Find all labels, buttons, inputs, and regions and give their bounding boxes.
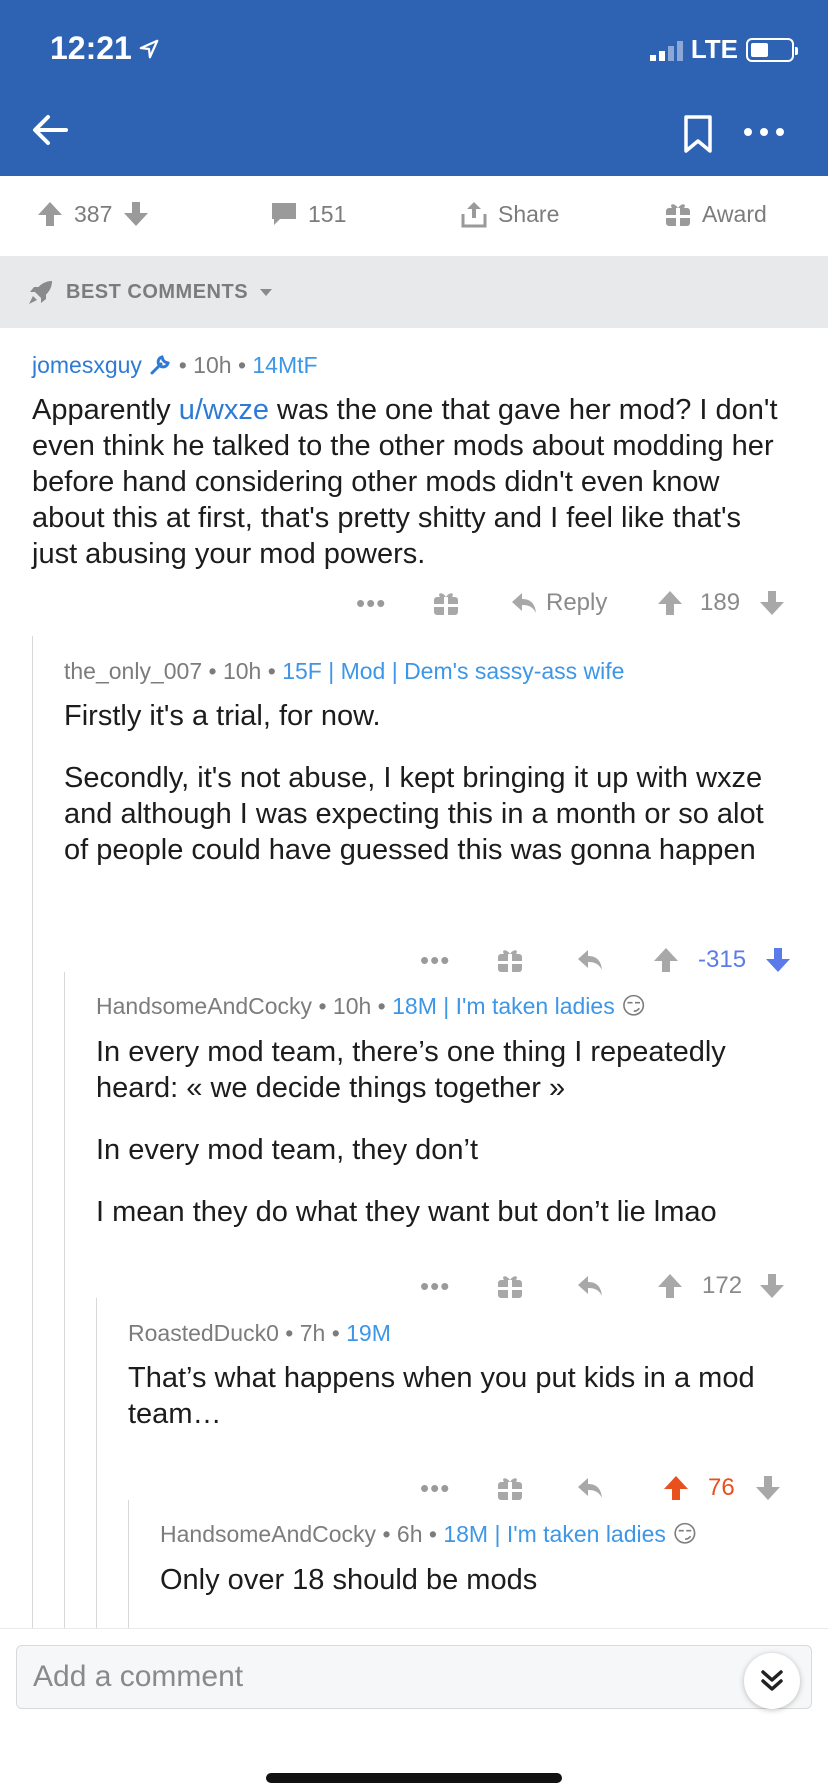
collapse-button[interactable] [744, 1653, 800, 1709]
comment-meta: HandsomeAndCocky • 6h • 18M | I'm taken … [160, 1521, 698, 1548]
battery-icon [746, 37, 798, 62]
rocket-icon [29, 281, 52, 304]
comment-age: 7h [299, 1320, 326, 1346]
more-icon[interactable]: ••• [420, 945, 450, 976]
upvote-icon[interactable] [656, 589, 684, 617]
thread-line[interactable] [96, 1298, 97, 1628]
post-vote: 387 [36, 200, 150, 228]
comment-body: That’s what happens when you put kids in… [128, 1362, 755, 1430]
reply-icon [512, 593, 536, 613]
reply-icon[interactable] [576, 1474, 604, 1502]
comment-score: -315 [698, 946, 747, 973]
comment-meta: the_only_007 • 10h • 15F | Mod | Dem's s… [64, 658, 625, 684]
thread-line[interactable] [32, 636, 33, 1628]
comment-score: 189 [700, 589, 741, 616]
back-arrow-icon[interactable] [28, 108, 72, 152]
share-button[interactable]: Share [460, 200, 559, 228]
network-type: LTE [690, 34, 738, 64]
downvote-icon[interactable] [754, 1474, 782, 1502]
user-flair: 19M [346, 1320, 391, 1346]
upvote-icon[interactable] [36, 200, 64, 228]
signal-icon [649, 39, 683, 61]
downvote-icon[interactable] [122, 200, 150, 228]
user-flair: 18M | I'm taken ladies [392, 993, 615, 1019]
comment-author[interactable]: the_only_007 [64, 658, 202, 684]
upvote-icon[interactable] [652, 946, 680, 974]
comment-body: Firstly it's a trial, for now. Secondly,… [64, 700, 764, 866]
award-icon[interactable] [496, 1474, 524, 1502]
downvote-icon[interactable] [758, 1272, 786, 1300]
more-icon[interactable] [742, 122, 786, 142]
comment-actions: ••• 76 [420, 1468, 800, 1508]
comment-actions: ••• Reply 189 [356, 583, 796, 623]
home-indicator[interactable] [266, 1773, 562, 1783]
comment-body: In every mod team, there’s one thing I r… [96, 1036, 726, 1228]
award-icon[interactable] [496, 1272, 524, 1300]
app-header: 12:21 LTE [0, 0, 828, 176]
more-icon[interactable]: ••• [356, 588, 386, 619]
location-arrow-icon [139, 39, 159, 58]
award-button[interactable]: Award [664, 200, 767, 228]
comment-age: 6h [396, 1521, 423, 1547]
more-icon[interactable]: ••• [420, 1271, 450, 1302]
smirk-emoji-icon: 😏 [621, 993, 647, 1020]
thread-line[interactable] [128, 1500, 129, 1628]
more-icon[interactable]: ••• [420, 1473, 450, 1504]
comment-meta: jomesxguy • 10h • 14MtF [32, 352, 318, 378]
upvote-icon[interactable] [662, 1474, 690, 1502]
award-icon [666, 204, 690, 226]
user-link[interactable]: u/wxze [179, 394, 269, 426]
comment-meta: RoastedDuck0 • 7h • 19M [128, 1320, 391, 1346]
user-flair: 15F | Mod | Dem's sassy-ass wife [282, 658, 625, 684]
comment-composer: Add a comment [0, 1628, 828, 1792]
sort-selector[interactable]: BEST COMMENTS [0, 256, 828, 328]
bookmark-icon[interactable] [680, 114, 716, 154]
nav-bar [0, 100, 828, 176]
comment-actions: ••• -315 [420, 940, 800, 980]
network-status: LTE [649, 34, 798, 65]
comment-age: 10h [332, 993, 372, 1019]
comment-author[interactable]: HandsomeAndCocky [96, 993, 312, 1019]
comment-body: Only over 18 should be mods [160, 1564, 538, 1596]
post-action-bar: 387 151 Share Award [0, 176, 828, 256]
double-chevron-down-icon [761, 1670, 783, 1691]
user-flair: 14MtF [252, 352, 318, 378]
comment-age: 10h [222, 658, 262, 684]
smirk-emoji-icon: 😏 [672, 1521, 698, 1548]
add-comment-input[interactable]: Add a comment [16, 1645, 812, 1709]
post-score: 387 [74, 200, 113, 227]
status-bar: 12:21 LTE [0, 0, 828, 100]
comment-actions: ••• 172 [420, 1266, 800, 1306]
comment-author[interactable]: RoastedDuck0 [128, 1320, 279, 1346]
comment-score: 172 [702, 1272, 743, 1299]
comment-body: Apparently u/wxze was the one that gave … [32, 394, 778, 570]
reply-button[interactable]: Reply [510, 589, 607, 617]
upvote-icon[interactable] [656, 1272, 684, 1300]
comments-count-button[interactable]: 151 [270, 200, 346, 228]
comment-meta: HandsomeAndCocky • 10h • 18M | I'm taken… [96, 993, 647, 1020]
comment-author[interactable]: jomesxguy [32, 352, 142, 378]
reply-icon[interactable] [576, 1272, 604, 1300]
downvote-icon[interactable] [764, 946, 792, 974]
thread-line[interactable] [64, 972, 65, 1628]
wrench-icon [150, 355, 171, 375]
comment-icon [272, 203, 296, 225]
reply-icon[interactable] [576, 946, 604, 974]
award-icon[interactable] [432, 589, 460, 617]
comment-score: 76 [708, 1474, 735, 1501]
award-icon[interactable] [496, 946, 524, 974]
comment-age: 10h [193, 352, 232, 378]
user-flair: 18M | I'm taken ladies [443, 1521, 666, 1547]
downvote-icon[interactable] [758, 589, 786, 617]
comment-author[interactable]: HandsomeAndCocky [160, 1521, 376, 1547]
share-icon [461, 202, 487, 228]
status-time: 12:21 [50, 30, 160, 67]
chevron-down-icon [260, 289, 273, 296]
